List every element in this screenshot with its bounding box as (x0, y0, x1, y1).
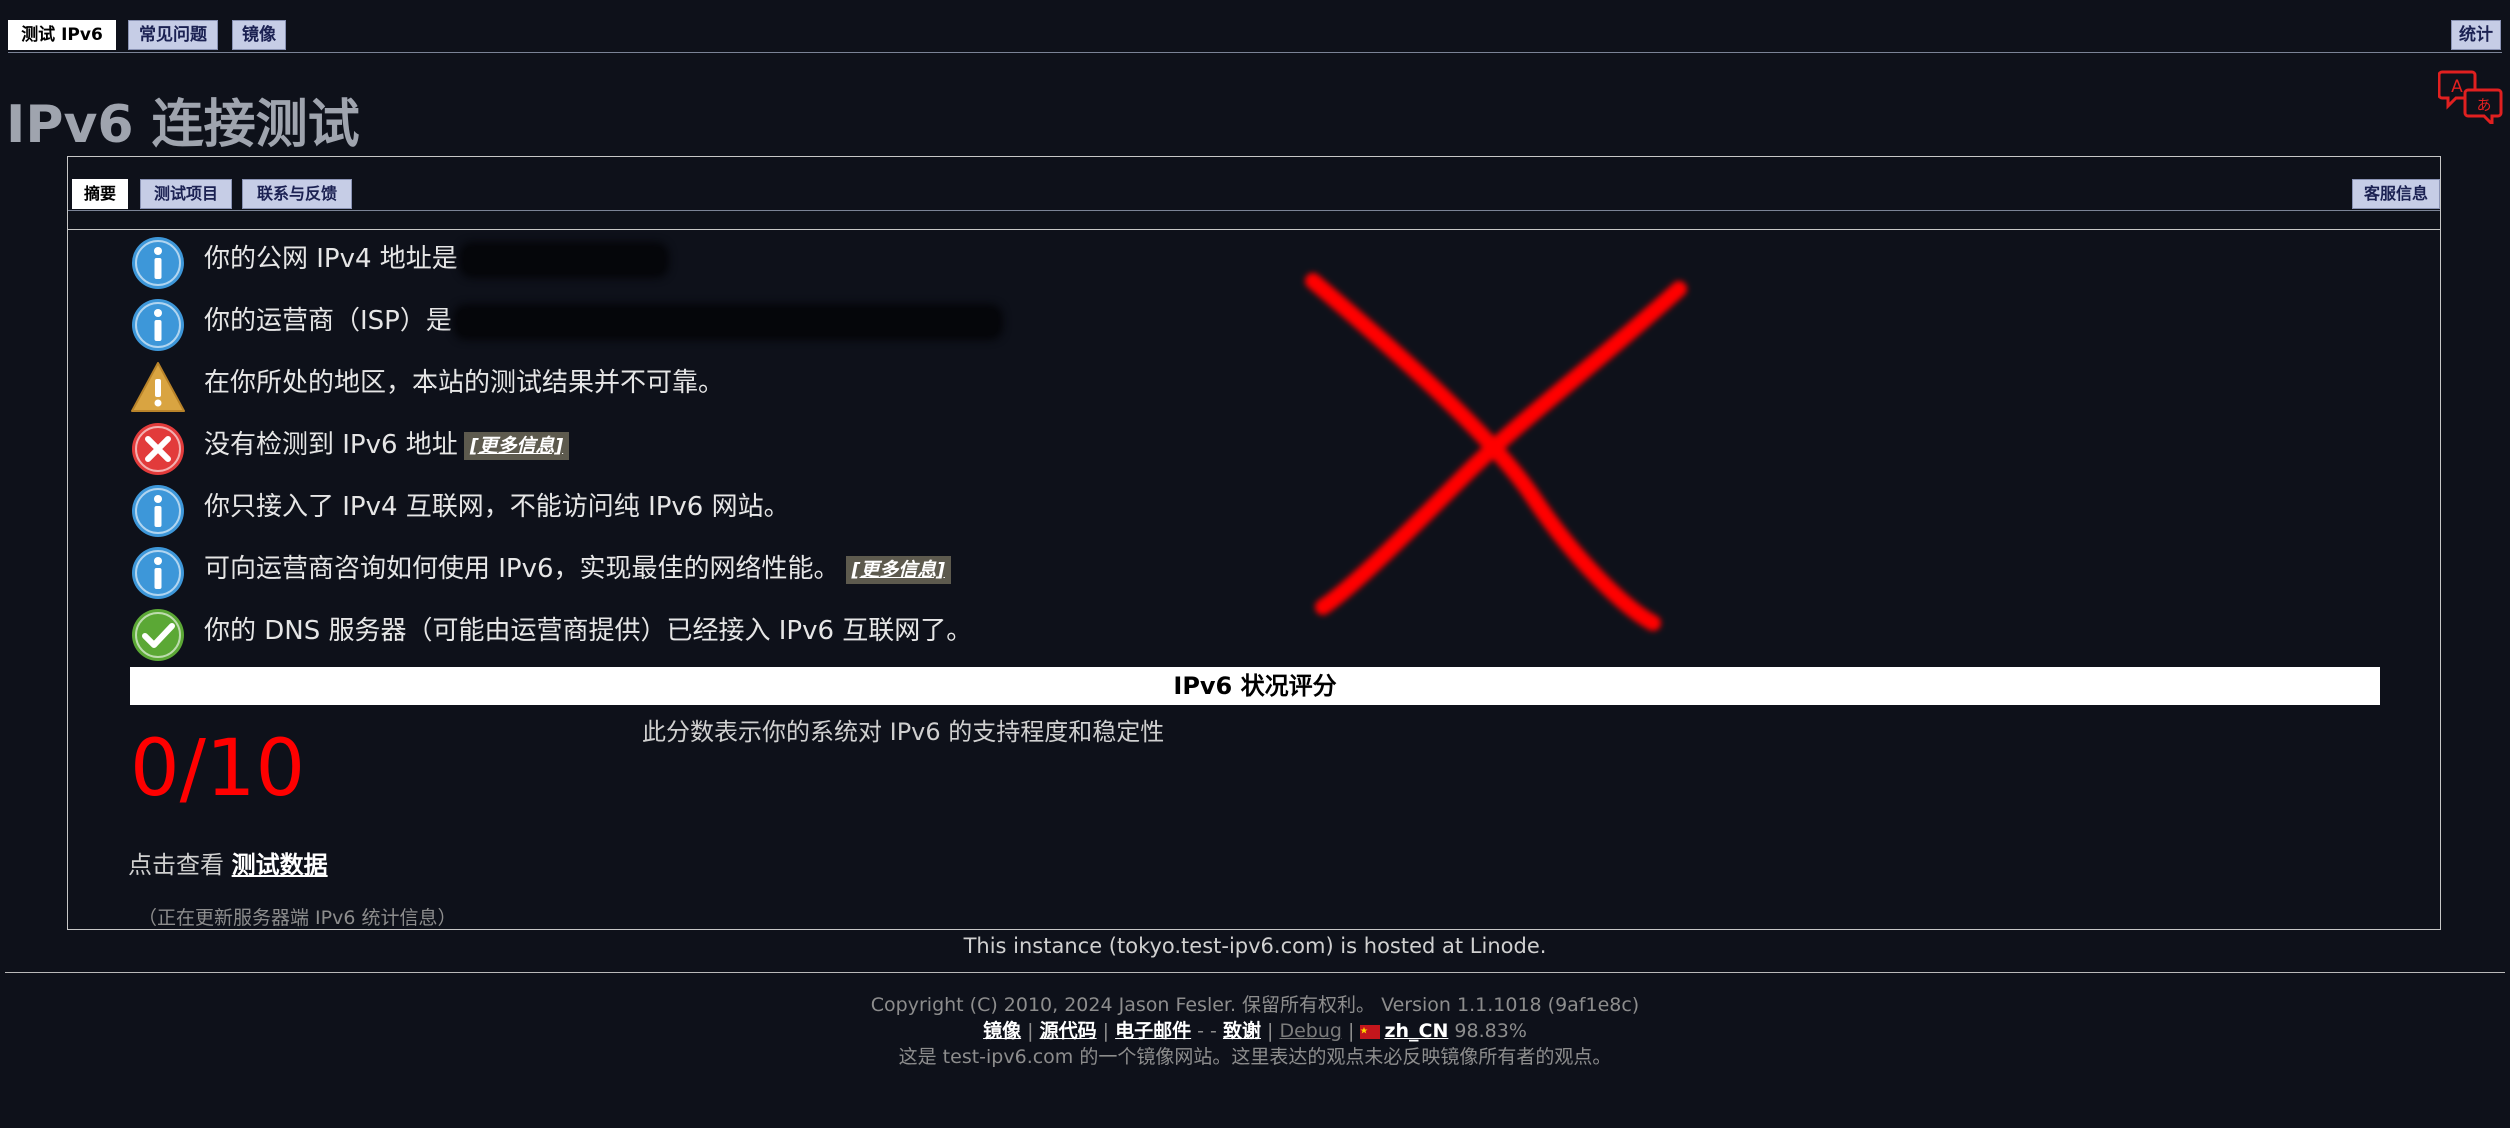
info-icon (132, 547, 184, 599)
view-test-data: 点击查看 测试数据 (128, 845, 328, 880)
tab-faq[interactable]: 常见问题 (128, 20, 218, 50)
test-data-link[interactable]: 测试数据 (232, 851, 328, 879)
footer-thanks-link[interactable]: 致谢 (1223, 1020, 1261, 1042)
result-text: 你的运营商（ISP）是 (204, 306, 452, 336)
result-text: 可向运营商咨询如何使用 IPv6，实现最佳的网络性能。 (204, 554, 840, 584)
nav-divider (8, 52, 2502, 53)
tab-test-ipv6[interactable]: 测试 IPv6 (8, 20, 116, 50)
error-icon (132, 423, 184, 475)
result-text: 没有检测到 IPv6 地址 (204, 430, 458, 460)
translate-icon[interactable]: A あ (2437, 68, 2504, 128)
big-fail-x-icon (1305, 273, 1687, 631)
score-description: 此分数表示你的系统对 IPv6 的支持程度和稳定性 (642, 718, 1165, 746)
copyright: Copyright (C) 2010, 2024 Jason Fesler. 保… (870, 994, 1640, 1016)
more-info-link[interactable]: [更多信息] (845, 555, 951, 584)
warning-icon (131, 362, 185, 412)
svg-text:A: A (2451, 77, 2463, 97)
info-icon (132, 299, 184, 351)
flag-icon (1360, 1024, 1381, 1039)
tab-summary[interactable]: 摘要 (72, 179, 128, 209)
footer-mirrors-link[interactable]: 镜像 (983, 1020, 1021, 1042)
footer-debug-link[interactable]: Debug (1279, 1020, 1341, 1042)
score-value: 0/10 (130, 724, 306, 814)
tab-mirrors[interactable]: 镜像 (232, 20, 286, 50)
score-header: IPv6 状况评分 (130, 667, 2380, 705)
result-text: 在你所处的地区，本站的测试结果并不可靠。 (204, 368, 725, 398)
tab-help-info[interactable]: 客服信息 (2352, 179, 2440, 209)
more-info-link[interactable]: [更多信息] (463, 431, 570, 460)
info-icon (132, 485, 184, 537)
subnav-divider-bottom (68, 229, 2440, 230)
footer-links: 镜像 | 源代码 | 电子邮件 - - 致谢 | Debug | zh_CN 9… (983, 1020, 1527, 1042)
result-text: 你的公网 IPv4 地址是 (204, 244, 458, 274)
result-text: 你的 DNS 服务器（可能由运营商提供）已经接入 IPv6 互联网了。 (204, 616, 973, 646)
redacted-ipv4 (463, 246, 664, 273)
view-data-prefix: 点击查看 (128, 851, 224, 879)
check-icon (132, 609, 184, 661)
info-icon (132, 237, 184, 289)
footer-source-link[interactable]: 源代码 (1040, 1020, 1097, 1042)
tab-test-items[interactable]: 测试项目 (140, 179, 232, 209)
footer-divider (5, 972, 2505, 973)
redacted-isp (457, 308, 998, 335)
stats-update-note: （正在更新服务器端 IPv6 统计信息） (138, 907, 457, 929)
subnav-divider (68, 210, 2440, 211)
hosted-note: This instance (tokyo.test-ipv6.com) is h… (963, 934, 1547, 958)
result-text: 你只接入了 IPv4 互联网，不能访问纯 IPv6 网站。 (204, 492, 790, 522)
locale-percent: 98.83% (1454, 1020, 1527, 1042)
tab-contact-feedback[interactable]: 联系与反馈 (242, 179, 352, 209)
svg-text:あ: あ (2476, 96, 2491, 114)
footer-locale-link[interactable]: zh_CN (1384, 1020, 1448, 1042)
summary-panel: 摘要 测试项目 联系与反馈 客服信息 你的公网 IPv4 地址是 你的运营商（I… (67, 156, 2441, 930)
top-nav: 测试 IPv6 常见问题 镜像 统计 (0, 0, 2510, 54)
tab-stats[interactable]: 统计 (2451, 20, 2501, 50)
page-title: IPv6 连接测试 (6, 95, 360, 155)
mirror-note: 这是 test-ipv6.com 的一个镜像网站。这里表达的观点未必反映镜像所有… (898, 1046, 1612, 1068)
footer-email-link[interactable]: 电子邮件 (1115, 1020, 1191, 1042)
